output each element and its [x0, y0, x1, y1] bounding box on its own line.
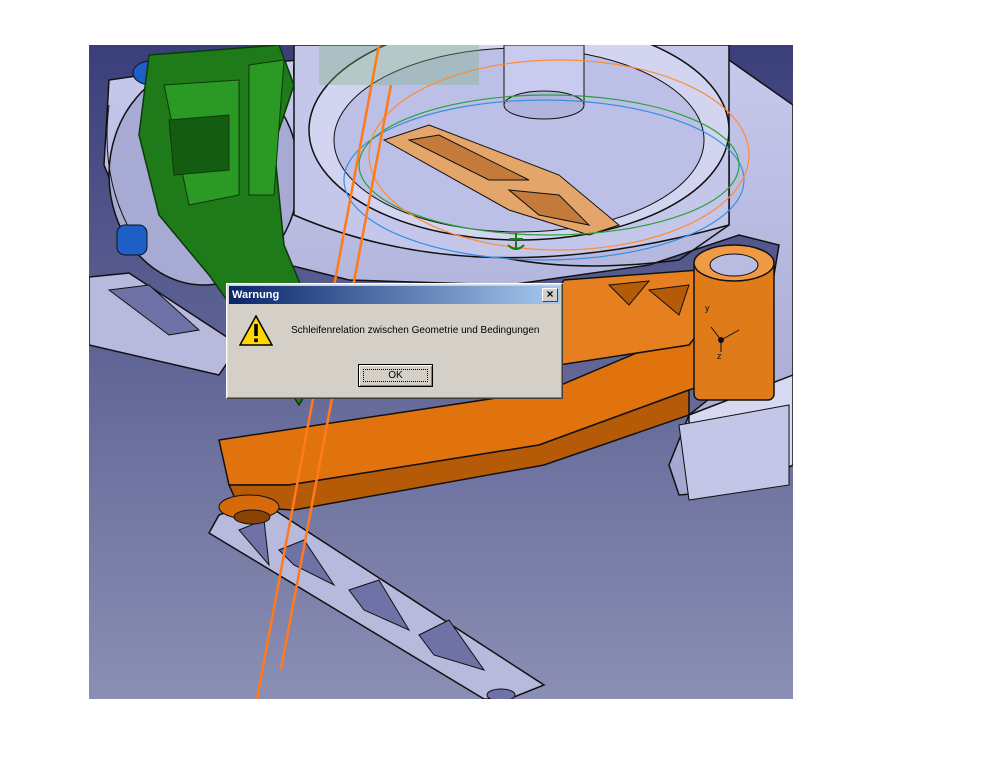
ok-button[interactable]: OK [358, 364, 433, 387]
axis-label-z: z [717, 351, 722, 361]
ok-button-label: OK [388, 370, 403, 381]
warning-dialog[interactable]: Warnung × Schleifenrelation zwischen Geo… [226, 283, 563, 399]
axis-label-y: y [705, 303, 710, 313]
dialog-message: Schleifenrelation zwischen Geometrie und… [291, 325, 540, 336]
warning-icon [239, 314, 273, 346]
close-button[interactable]: × [542, 288, 558, 302]
dialog-titlebar[interactable]: Warnung × [229, 286, 560, 304]
close-icon: × [546, 287, 554, 301]
dialog-title: Warnung [232, 289, 280, 301]
cylinder-bowl[interactable] [293, 45, 750, 261]
